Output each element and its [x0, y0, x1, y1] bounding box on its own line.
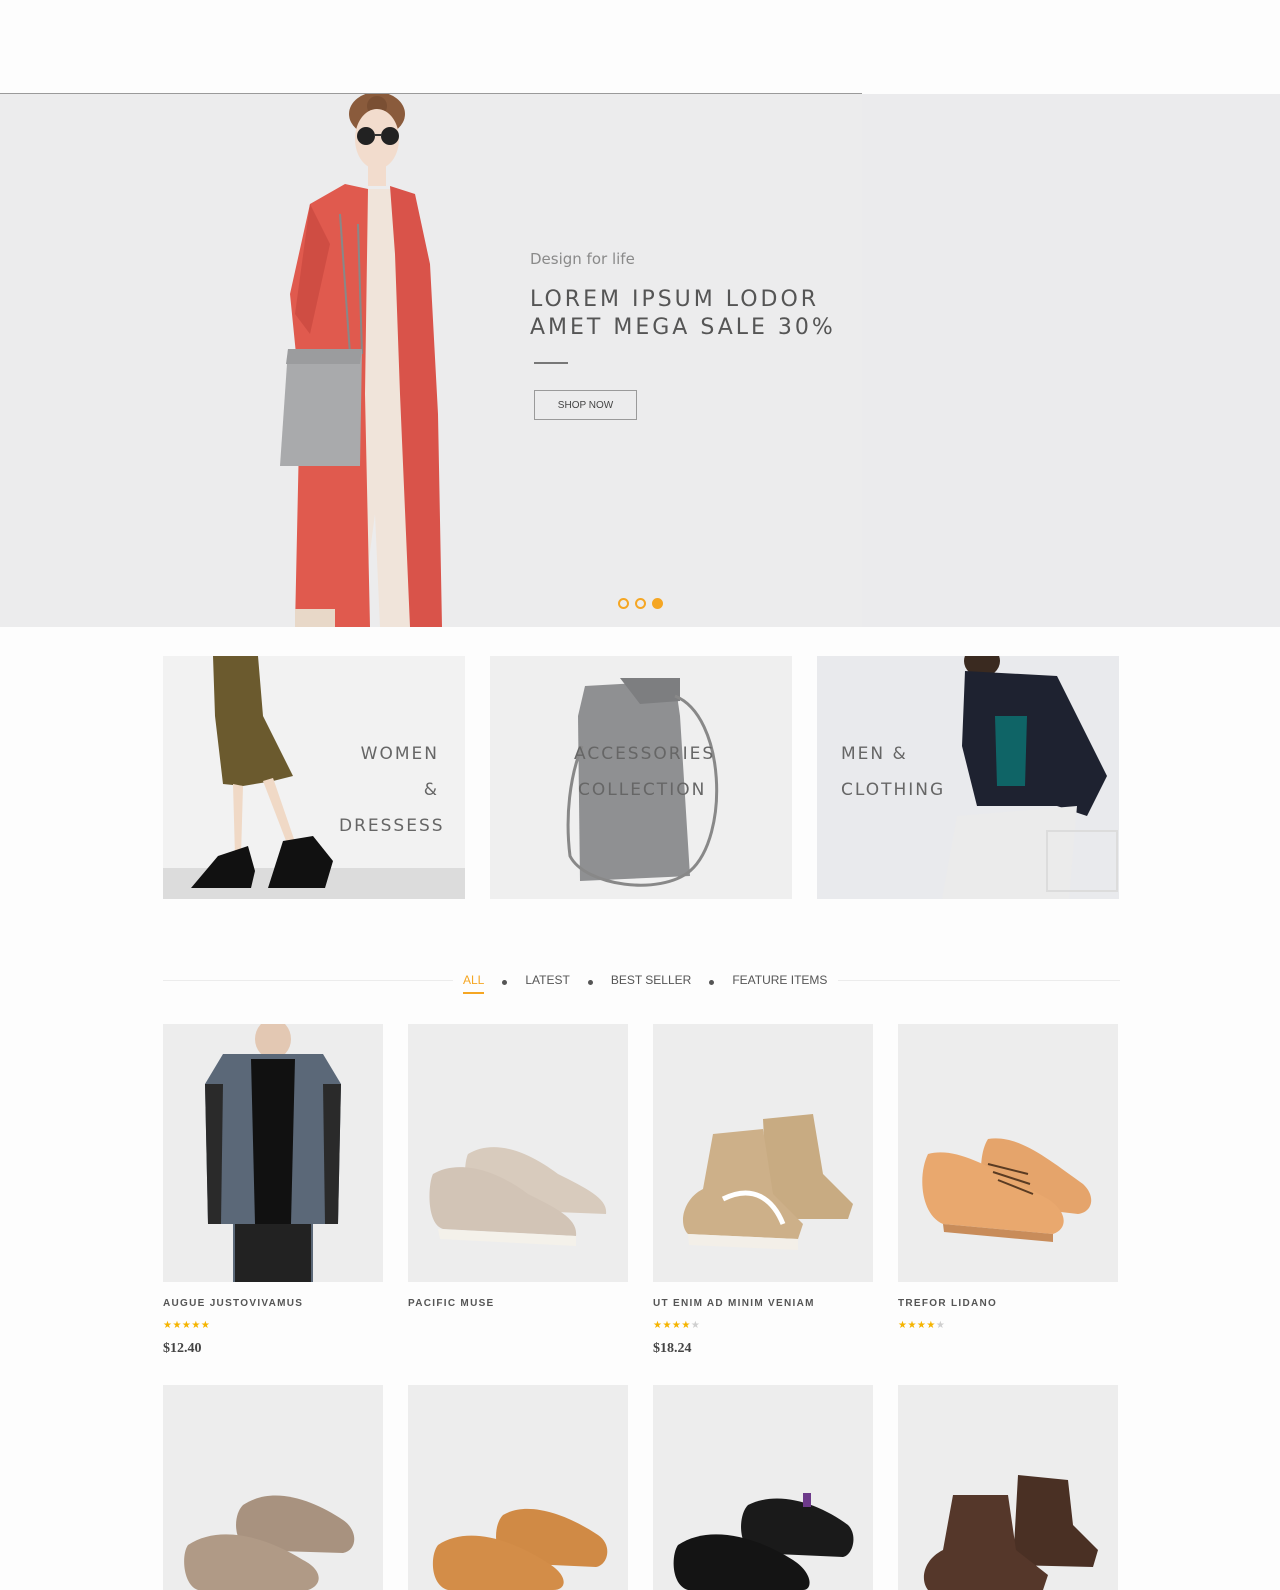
product-card[interactable]: TREFOR LIDANO ★★★★★	[898, 1024, 1118, 1341]
product-name[interactable]: TREFOR LIDANO	[898, 1298, 1118, 1309]
slider-pagination	[618, 598, 663, 609]
hero-divider	[534, 362, 568, 364]
category-label: ACCESSORIES COLLECTION	[574, 744, 716, 800]
slider-dot-2[interactable]	[635, 598, 646, 609]
tan-sneaker-image	[432, 1508, 608, 1590]
black-sneaker-image	[673, 1493, 854, 1590]
rating-stars: ★★★★★	[163, 1320, 211, 1331]
product-image[interactable]	[898, 1024, 1118, 1282]
product-price: $18.24	[653, 1341, 692, 1356]
denim-jacket-image	[205, 1024, 341, 1282]
product-image-row2[interactable]	[408, 1385, 628, 1590]
product-filter: ALL LATEST BEST SELLER FEATURE ITEMS	[163, 966, 1120, 994]
category-label: MEN & CLOTHING	[841, 744, 946, 800]
product-image-row2[interactable]	[898, 1385, 1118, 1590]
hero-background-right	[862, 94, 1280, 627]
category-label: WOMEN & DRESSESS	[339, 744, 445, 836]
taupe-sneaker-image	[184, 1495, 355, 1590]
shop-now-button[interactable]: SHOP NOW	[534, 390, 637, 420]
tan-high-top-image	[683, 1114, 853, 1250]
hero-title: LOREM IPSUM LODOR AMET MEGA SALE 30%	[530, 286, 890, 342]
product-card[interactable]: PACIFIC MUSE	[408, 1024, 628, 1341]
hero-title-line1: LOREM IPSUM LODOR	[530, 287, 820, 312]
slider-dot-1[interactable]	[618, 598, 629, 609]
hero-title-line2: AMET MEGA SALE 30%	[530, 315, 836, 340]
product-image[interactable]	[408, 1024, 628, 1282]
filter-separator	[502, 979, 508, 985]
hero-caption: Design for life LOREM IPSUM LODOR AMET M…	[530, 250, 890, 420]
filter-separator	[587, 979, 593, 985]
tab-latest[interactable]: LATEST	[525, 973, 569, 987]
product-image-row2[interactable]	[653, 1385, 873, 1590]
product-name[interactable]: PACIFIC MUSE	[408, 1298, 628, 1309]
tab-all[interactable]: ALL	[463, 973, 485, 994]
slider-dot-3[interactable]	[652, 598, 663, 609]
tab-feature-items[interactable]: FEATURE ITEMS	[732, 973, 827, 987]
category-accessories[interactable]: ACCESSORIES COLLECTION	[490, 656, 792, 899]
product-image-row2[interactable]	[163, 1385, 383, 1590]
product-image[interactable]	[163, 1024, 383, 1282]
category-women-dresses[interactable]: WOMEN & DRESSESS	[163, 656, 465, 899]
product-image[interactable]	[653, 1024, 873, 1282]
product-card[interactable]: UT ENIM AD MINIM VENIAM ★★★★★ $18.24	[653, 1024, 873, 1357]
rating-stars: ★★★★★	[653, 1320, 701, 1331]
product-price: $12.40	[163, 1341, 202, 1356]
filter-line-right	[838, 980, 1120, 981]
site-header	[0, 0, 1280, 94]
tab-best-seller[interactable]: BEST SELLER	[611, 973, 691, 987]
brown-boot-image	[923, 1475, 1098, 1590]
rating-stars	[408, 1320, 628, 1332]
hero-model-image	[280, 94, 442, 627]
category-men-clothing[interactable]: MEN & CLOTHING	[817, 656, 1119, 899]
beige-slip-on-image	[429, 1147, 607, 1246]
product-name[interactable]: UT ENIM AD MINIM VENIAM	[653, 1298, 873, 1309]
filter-line-left	[163, 980, 453, 981]
filter-separator	[709, 979, 715, 985]
product-card[interactable]: AUGUE JUSTOVIVAMUS ★★★★★ $12.40	[163, 1024, 383, 1357]
filter-tabs: ALL LATEST BEST SELLER FEATURE ITEMS	[463, 966, 827, 994]
rating-stars: ★★★★★	[898, 1320, 946, 1331]
tan-leather-shoe-image	[922, 1138, 1092, 1242]
product-name[interactable]: AUGUE JUSTOVIVAMUS	[163, 1298, 383, 1309]
hero-slider: Design for life LOREM IPSUM LODOR AMET M…	[0, 94, 1280, 627]
hero-kicker: Design for life	[530, 250, 635, 268]
